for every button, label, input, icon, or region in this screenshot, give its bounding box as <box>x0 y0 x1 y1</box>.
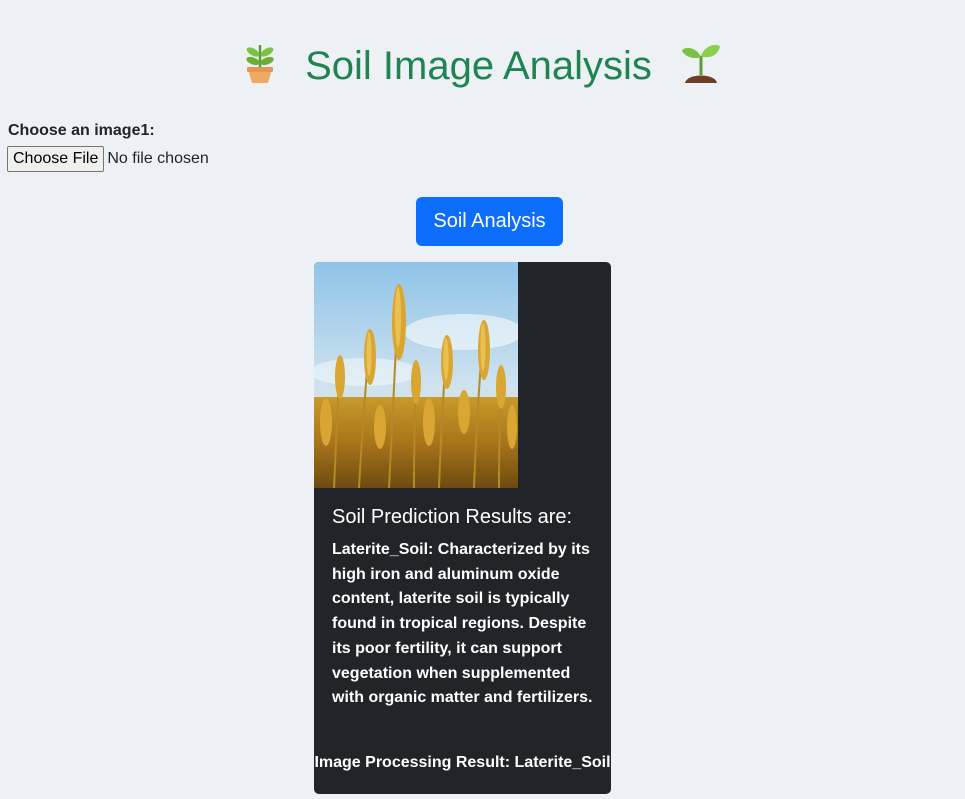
card-title: Soil Prediction Results are: <box>332 506 573 528</box>
result-card: Soil Prediction Results are: Laterite_So… <box>314 262 611 794</box>
seedling-icon <box>682 44 721 83</box>
choose-file-button[interactable]: Choose File <box>7 146 105 172</box>
wheat-field-image <box>314 262 518 488</box>
soil-analysis-button[interactable]: Soil Analysis <box>416 197 563 246</box>
file-input[interactable]: Choose File No file chosen <box>7 146 209 172</box>
page-title: Soil Image Analysis <box>0 38 965 94</box>
potted-plant-icon <box>246 45 274 83</box>
soil-description: Laterite_Soil: Characterized by its high… <box>332 541 593 707</box>
file-status: No file chosen <box>107 150 209 167</box>
processing-result: Image Processing Result: Laterite_Soil <box>314 754 611 771</box>
upload-label: Choose an image1: <box>8 122 155 139</box>
page-title-text: Soil Image Analysis <box>305 44 652 88</box>
page: Soil Image Analysis Choose an image1: Ch… <box>0 0 965 799</box>
